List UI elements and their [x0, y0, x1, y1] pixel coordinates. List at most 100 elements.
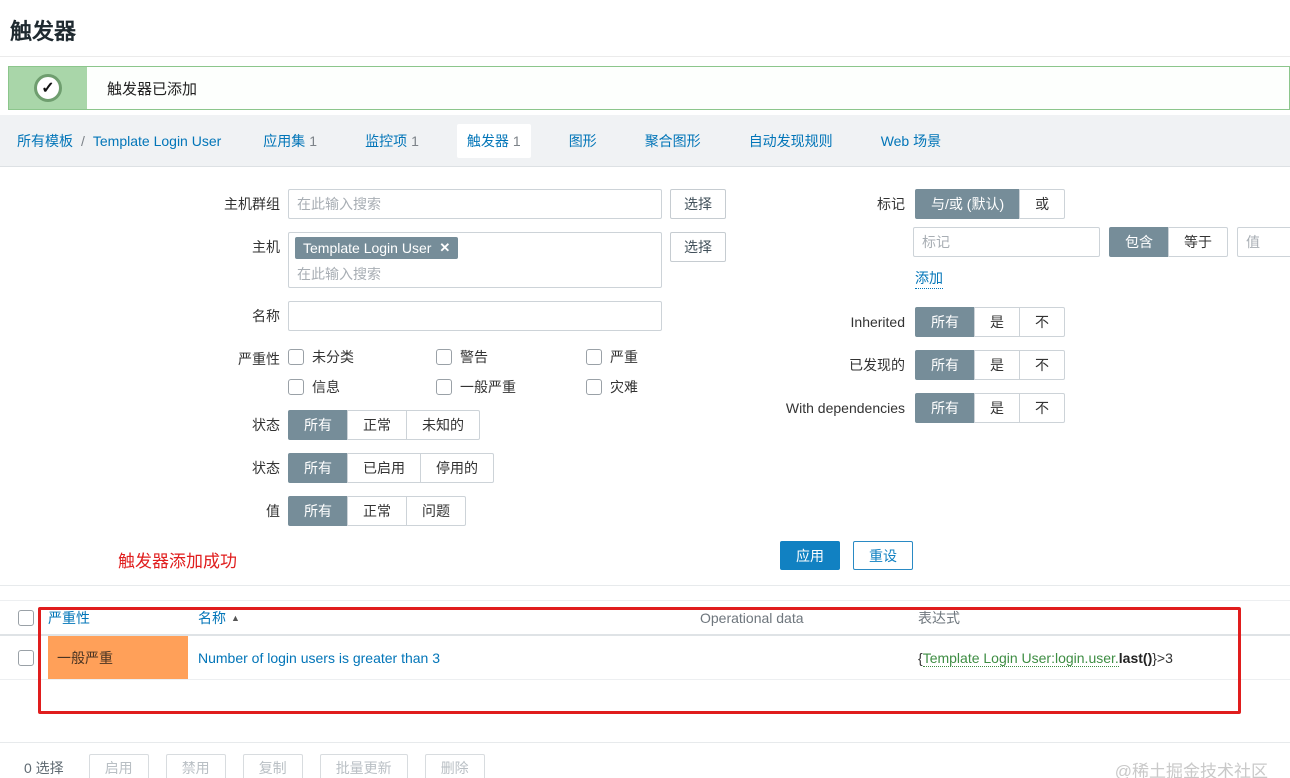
tab-graphs[interactable]: 图形 [559, 124, 607, 158]
inherited-yes[interactable]: 是 [974, 307, 1020, 337]
apply-button[interactable]: 应用 [780, 541, 840, 570]
checkbox[interactable] [288, 349, 304, 365]
header-name[interactable]: 名称 [198, 608, 226, 628]
header-expression: 表达式 [918, 609, 960, 626]
row-checkbox[interactable] [18, 649, 34, 666]
breadcrumb-all-templates[interactable]: 所有模板 [17, 131, 73, 151]
tags-mode-and-or[interactable]: 与/或 (默认) [915, 189, 1021, 219]
filter-row-with-dependencies: With dependencies 所有 是 不 [770, 393, 1290, 423]
value-problem[interactable]: 问题 [406, 496, 466, 526]
tab-discovery-rules[interactable]: 自动发现规则 [739, 124, 843, 158]
host-label: 主机 [252, 239, 280, 255]
severity-information[interactable]: 信息 [288, 377, 436, 397]
discovered-no[interactable]: 不 [1019, 350, 1065, 380]
check-circle-icon: ✓ [34, 74, 62, 102]
name-label: 名称 [252, 308, 280, 324]
with-dependencies-yes[interactable]: 是 [974, 393, 1020, 423]
discovered-all[interactable]: 所有 [915, 350, 975, 380]
filter-row-value: 值 所有 正常 问题 [0, 496, 1290, 526]
expression-cell: {Template Login User:login.user.last()}>… [918, 649, 1173, 667]
select-all-checkbox[interactable] [18, 609, 34, 626]
severity-warning[interactable]: 警告 [436, 347, 586, 367]
action-footer: 0 选择 启用 禁用 复制 批量更新 删除 @稀土掘金技术社区 [0, 742, 1290, 778]
tab-items[interactable]: 监控项 1 [355, 124, 429, 158]
reset-button[interactable]: 重设 [853, 541, 913, 570]
operational-data-cell [700, 636, 918, 679]
severity-not-classified[interactable]: 未分类 [288, 347, 436, 367]
status-all[interactable]: 所有 [288, 453, 348, 483]
host-group-select-button[interactable]: 选择 [670, 189, 726, 219]
status-enabled[interactable]: 已启用 [347, 453, 421, 483]
tag-operator-contains[interactable]: 包含 [1109, 227, 1169, 257]
tags-mode-or[interactable]: 或 [1019, 189, 1066, 219]
filter-row-inherited: Inherited 所有 是 不 [770, 307, 1290, 337]
tag-name-input[interactable] [913, 227, 1100, 257]
severity-label: 严重性 [238, 351, 280, 367]
tab-applications[interactable]: 应用集 1 [253, 124, 327, 158]
discovered-yes[interactable]: 是 [974, 350, 1020, 380]
breadcrumb: 所有模板 / Template Login User [17, 131, 221, 151]
triggers-table: 严重性 名称 ▲ Operational data 表达式 一般严重 Numbe… [0, 600, 1290, 680]
disable-button[interactable]: 禁用 [165, 753, 226, 778]
with-dependencies-segmented: 所有 是 不 [915, 393, 1065, 423]
results-section: 严重性 名称 ▲ Operational data 表达式 一般严重 Numbe… [0, 600, 1290, 742]
tab-web-scenarios[interactable]: Web 场景 [871, 124, 951, 158]
expression-item-link[interactable]: Template Login User:login.user. [922, 649, 1119, 667]
header-severity[interactable]: 严重性 [48, 608, 90, 628]
severity-disaster[interactable]: 灾难 [586, 377, 736, 397]
tag-operator-equals[interactable]: 等于 [1168, 227, 1228, 257]
chip-remove-icon[interactable]: ✕ [439, 240, 450, 256]
discovered-label: 已发现的 [849, 357, 905, 373]
tab-triggers[interactable]: 触发器 1 [456, 123, 531, 158]
filter-row-discovered: 已发现的 所有 是 不 [770, 350, 1290, 380]
host-group-input[interactable] [288, 189, 662, 219]
tab-screens[interactable]: 聚合图形 [635, 124, 711, 158]
success-icon-block: ✓ [9, 67, 87, 109]
status-segmented: 所有 已启用 停用的 [288, 453, 494, 483]
filter-footer: 触发器添加成功 应用 重设 [0, 539, 1290, 585]
table-row: 一般严重 Number of login users is greater th… [0, 636, 1290, 680]
checkbox[interactable] [436, 349, 452, 365]
state-unknown[interactable]: 未知的 [406, 410, 480, 440]
value-all[interactable]: 所有 [288, 496, 348, 526]
host-select-button[interactable]: 选择 [670, 232, 726, 262]
breadcrumb-template[interactable]: Template Login User [93, 133, 221, 149]
severity-high[interactable]: 严重 [586, 347, 736, 367]
state-normal[interactable]: 正常 [347, 410, 407, 440]
mass-update-button[interactable]: 批量更新 [319, 753, 408, 778]
inherited-no[interactable]: 不 [1019, 307, 1065, 337]
state-all[interactable]: 所有 [288, 410, 348, 440]
host-multiselect[interactable]: Template Login User ✕ 在此输入搜索 [288, 232, 662, 288]
tag-value-input[interactable] [1237, 227, 1290, 257]
delete-button[interactable]: 删除 [424, 753, 485, 778]
name-input[interactable] [288, 301, 662, 331]
breadcrumb-separator: / [81, 132, 85, 149]
trigger-name-link[interactable]: Number of login users is greater than 3 [198, 650, 440, 666]
with-dependencies-no[interactable]: 不 [1019, 393, 1065, 423]
checkbox[interactable] [288, 379, 304, 395]
severity-average[interactable]: 一般严重 [436, 377, 586, 397]
host-chip: Template Login User ✕ [295, 237, 459, 259]
state-label: 状态 [252, 417, 280, 433]
inherited-all[interactable]: 所有 [915, 307, 975, 337]
tags-label: 标记 [877, 196, 905, 212]
filter-row-tag-add: 添加 [770, 266, 1290, 298]
enable-button[interactable]: 启用 [88, 753, 149, 778]
status-disabled[interactable]: 停用的 [420, 453, 494, 483]
page-title: 触发器 [10, 19, 77, 44]
severity-badge: 一般严重 [48, 636, 188, 679]
header-operational-data: Operational data [700, 609, 804, 626]
filter-panel: 主机群组 选择 主机 Template Login User ✕ 在此输入搜索 … [0, 167, 1290, 586]
checkbox[interactable] [436, 379, 452, 395]
triggers-page: 触发器 ✓ 触发器已添加 所有模板 / Template Login User … [0, 0, 1290, 778]
value-ok[interactable]: 正常 [347, 496, 407, 526]
host-group-label: 主机群组 [224, 196, 280, 212]
table-header-row: 严重性 名称 ▲ Operational data 表达式 [0, 600, 1290, 636]
checkbox[interactable] [586, 379, 602, 395]
tag-operator-segmented: 包含 等于 [1109, 227, 1228, 257]
tag-add-link[interactable]: 添加 [915, 268, 943, 289]
copy-button[interactable]: 复制 [242, 753, 303, 778]
checkbox[interactable] [586, 349, 602, 365]
with-dependencies-all[interactable]: 所有 [915, 393, 975, 423]
sort-asc-icon: ▲ [231, 612, 240, 623]
